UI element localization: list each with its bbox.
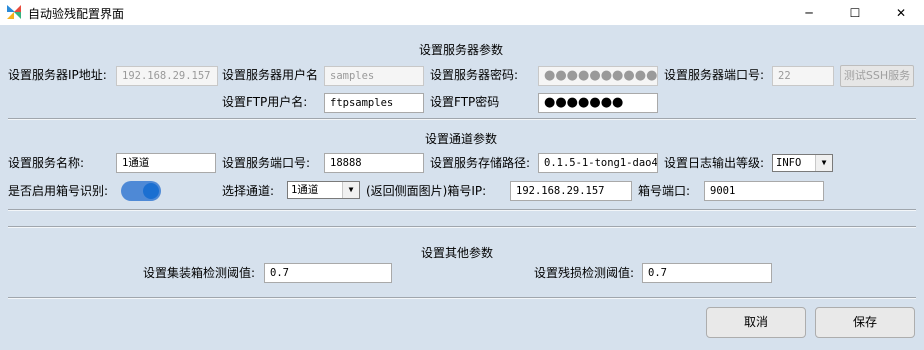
- container-threshold-label: 设置集装箱检测阈值:: [143, 266, 256, 280]
- separator: [8, 297, 916, 299]
- channel-section-title: 设置通道参数: [425, 132, 498, 146]
- box-recognition-toggle[interactable]: [121, 181, 161, 201]
- minimize-icon: ─: [805, 5, 813, 20]
- server-password-field[interactable]: ●●●●●●●●●●: [538, 66, 658, 86]
- other-section-title: 设置其他参数: [421, 246, 494, 260]
- damage-threshold-field[interactable]: 0.7: [642, 263, 772, 283]
- toggle-knob: [143, 183, 159, 199]
- service-port-field[interactable]: 18888: [324, 153, 424, 173]
- server-section-title: 设置服务器参数: [419, 43, 504, 57]
- save-button[interactable]: 保存: [815, 307, 915, 338]
- test-ssh-button[interactable]: 测试SSH服务: [840, 65, 914, 87]
- ftp-password-field[interactable]: ●●●●●●●: [538, 93, 658, 113]
- service-name-field[interactable]: 1通道: [116, 153, 216, 173]
- box-recognition-label: 是否启用箱号识别:: [8, 184, 109, 198]
- server-ip-field[interactable]: 192.168.29.157: [116, 66, 218, 86]
- storage-path-field[interactable]: 0.1.5-1-tong1-dao4: [538, 153, 658, 173]
- box-port-field[interactable]: 9001: [704, 181, 824, 201]
- server-user-label: 设置服务器用户名: [222, 68, 319, 82]
- minimize-button[interactable]: ─: [786, 0, 832, 25]
- close-icon: ✕: [895, 5, 907, 20]
- box-ip-label: (返回侧面图片)箱号IP:: [366, 184, 487, 198]
- log-level-value: INFO: [776, 157, 802, 169]
- window-title: 自动验残配置界面: [28, 7, 125, 21]
- service-name-label: 设置服务名称:: [8, 156, 85, 170]
- box-ip-field[interactable]: 192.168.29.157: [510, 181, 632, 201]
- log-level-label: 设置日志输出等级:: [664, 156, 765, 170]
- close-button[interactable]: ✕: [878, 0, 924, 25]
- chevron-down-icon: ▼: [815, 155, 832, 171]
- damage-threshold-label: 设置残损检测阈值:: [534, 266, 635, 280]
- server-port-field[interactable]: 22: [772, 66, 834, 86]
- server-user-field[interactable]: samples: [324, 66, 424, 86]
- maximize-icon: ☐: [849, 5, 861, 20]
- maximize-button[interactable]: ☐: [832, 0, 878, 25]
- title-bar: 自动验残配置界面 ─ ☐ ✕: [0, 0, 924, 25]
- box-port-label: 箱号端口:: [638, 184, 691, 198]
- ftp-user-label: 设置FTP用户名:: [222, 95, 308, 109]
- app-logo-icon: [7, 5, 21, 19]
- channel-select-value: 1通道: [291, 184, 319, 196]
- select-channel-label: 选择通道:: [222, 184, 275, 198]
- separator: [8, 118, 916, 120]
- cancel-button[interactable]: 取消: [706, 307, 806, 338]
- storage-path-label: 设置服务存储路径:: [430, 156, 531, 170]
- channel-select[interactable]: 1通道 ▼: [287, 181, 360, 199]
- chevron-down-icon: ▼: [342, 182, 359, 198]
- service-port-label: 设置服务端口号:: [222, 156, 311, 170]
- separator: [8, 209, 916, 211]
- server-ip-label: 设置服务器IP地址:: [8, 68, 107, 82]
- log-level-select[interactable]: INFO ▼: [772, 154, 833, 172]
- ftp-user-field[interactable]: ftpsamples: [324, 93, 424, 113]
- server-password-label: 设置服务器密码:: [430, 68, 519, 82]
- ftp-password-label: 设置FTP密码: [430, 95, 500, 109]
- container-threshold-field[interactable]: 0.7: [264, 263, 392, 283]
- separator: [8, 226, 916, 228]
- server-port-label: 设置服务器端口号:: [664, 68, 765, 82]
